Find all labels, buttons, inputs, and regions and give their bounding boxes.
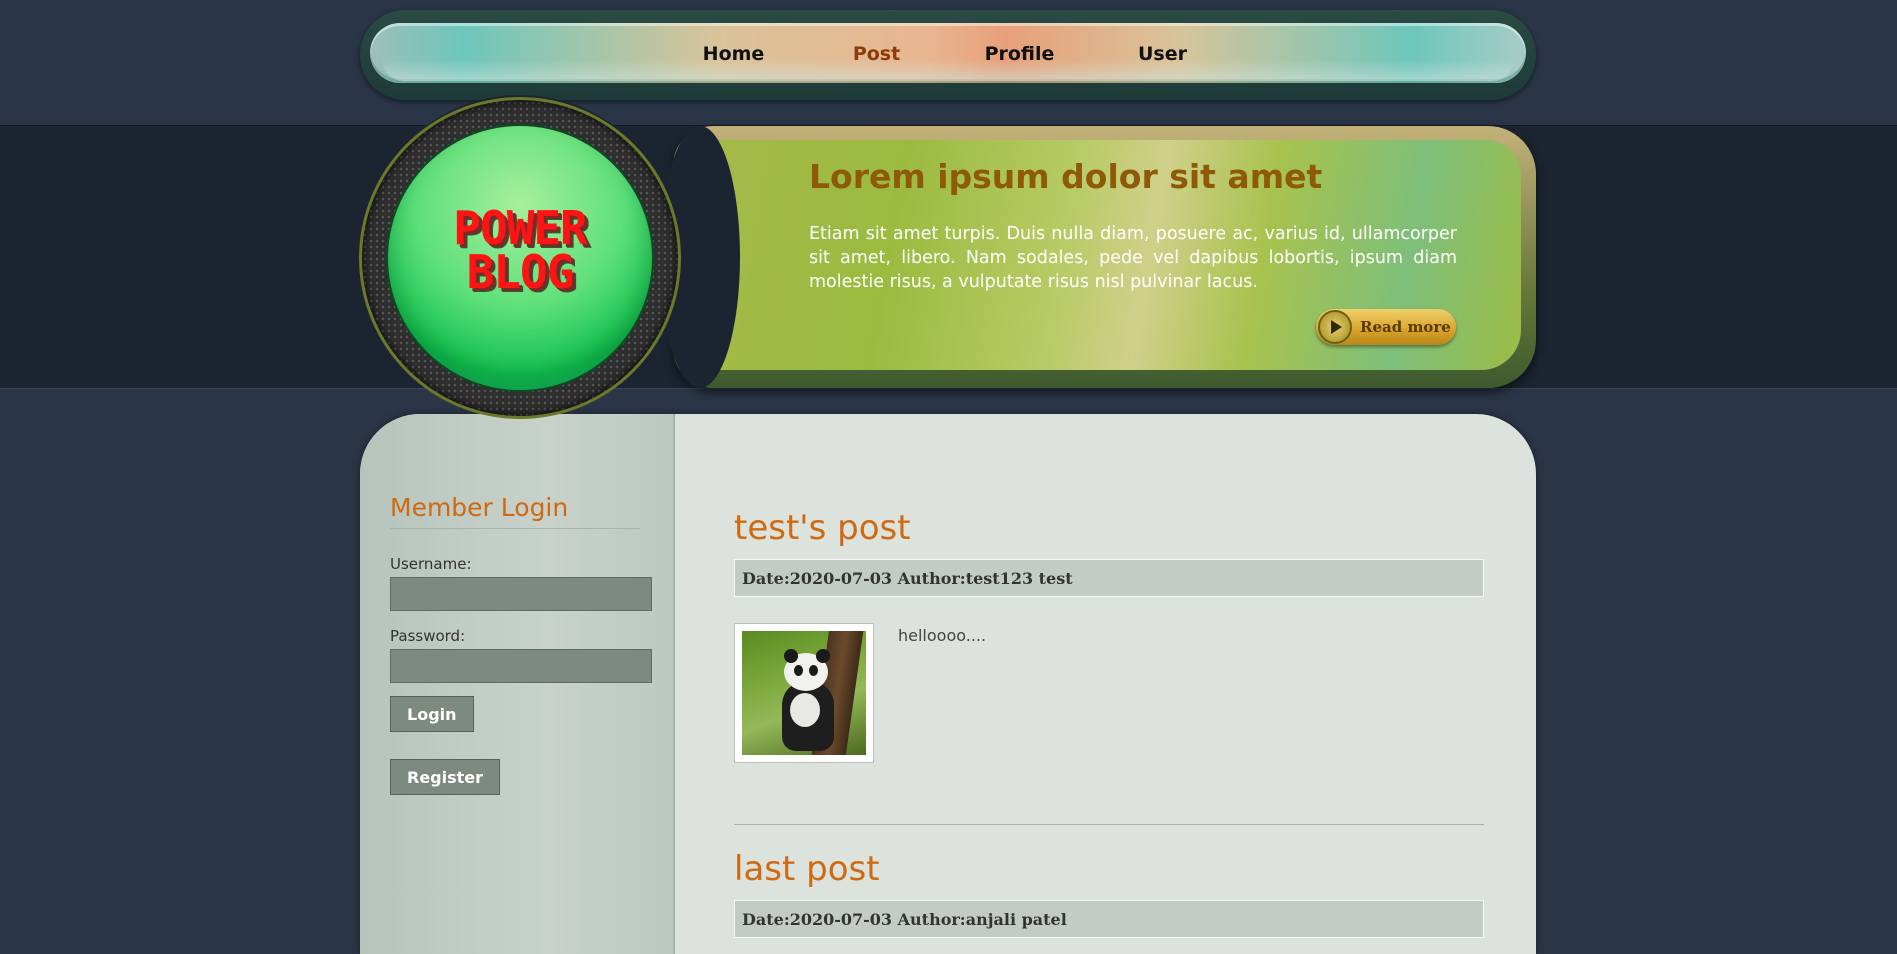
password-input[interactable] (390, 649, 652, 683)
post-meta: Date:2020-07-03 Author:anjali patel (734, 900, 1484, 938)
password-label: Password: (390, 627, 466, 645)
nav-post[interactable]: Post (805, 43, 948, 90)
post-excerpt: helloooo.... (898, 626, 987, 645)
read-more-label: Read more (1360, 318, 1451, 336)
register-button[interactable]: Register (390, 759, 501, 795)
post-meta: Date:2020-07-03 Author:test123 test (734, 559, 1484, 597)
post-title[interactable]: test's post (734, 508, 911, 548)
nav-profile[interactable]: Profile (948, 43, 1091, 90)
member-login-title: Member Login (390, 493, 640, 529)
panda-photo (742, 631, 866, 755)
logo-line-2: BLOG (466, 245, 575, 299)
main-nav: Home Post Profile User (360, 0, 1536, 90)
sidebar: Member Login Username: Password: Login R… (360, 414, 675, 954)
post-separator (734, 824, 1484, 825)
post-list: test's post Date:2020-07-03 Author:test1… (734, 414, 1486, 954)
nav-home[interactable]: Home (662, 43, 805, 90)
play-icon (1318, 310, 1352, 344)
page-wrapper: Home Post Profile User Lorem ipsum dolor… (360, 0, 1536, 954)
content-panel: Member Login Username: Password: Login R… (360, 414, 1536, 954)
post-thumbnail[interactable] (734, 623, 874, 763)
logo-line-1: POWER (453, 201, 587, 255)
username-label: Username: (390, 555, 472, 573)
username-input[interactable] (390, 577, 652, 611)
banner-text: Etiam sit amet turpis. Duis nulla diam, … (809, 224, 1457, 292)
site-logo[interactable]: POWER BLOG (388, 201, 652, 299)
read-more-button[interactable]: Read more (1316, 309, 1456, 345)
post-title[interactable]: last post (734, 849, 880, 889)
banner-title: Lorem ipsum dolor sit amet (809, 157, 1323, 196)
login-button[interactable]: Login (390, 696, 474, 732)
nav-user[interactable]: User (1091, 43, 1234, 90)
